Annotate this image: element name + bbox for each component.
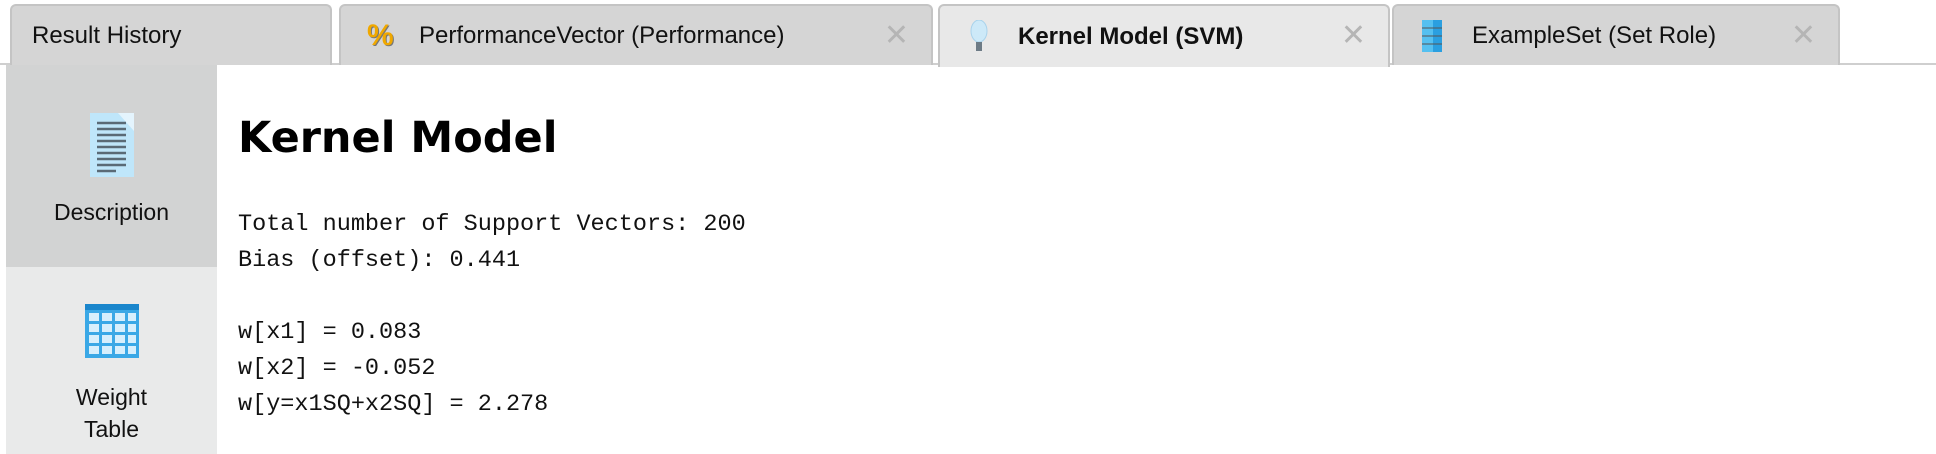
bias-line: Bias (offset): 0.441 <box>238 247 521 274</box>
label-line-1: Weight <box>75 384 148 410</box>
model-description: Total number of Support Vectors: 200 Bias… <box>238 207 746 423</box>
percent-icon: % <box>367 18 394 52</box>
close-icon[interactable]: ✕ <box>1791 18 1816 53</box>
exampleset-icon <box>1420 19 1446 53</box>
tab-label: Kernel Model (SVM) <box>1018 22 1244 50</box>
table-icon <box>84 303 140 365</box>
tab-result-history[interactable]: Result History <box>10 4 332 65</box>
weight-line: w[x2] = -0.052 <box>238 355 436 382</box>
support-vectors-line: Total number of Support Vectors: 200 <box>238 211 746 238</box>
document-icon <box>88 111 136 183</box>
weight-line: w[y=x1SQ+x2SQ] = 2.278 <box>238 391 549 418</box>
tab-exampleset[interactable]: ExampleSet (Set Role) ✕ <box>1392 4 1840 65</box>
view-sidebar: Description Weight Table <box>6 65 217 454</box>
tab-label: PerformanceVector (Performance) <box>419 21 785 49</box>
tab-label: Result History <box>32 21 182 49</box>
close-icon[interactable]: ✕ <box>884 18 909 53</box>
tab-label: ExampleSet (Set Role) <box>1472 21 1717 49</box>
page-title: Kernel Model <box>238 113 558 163</box>
tab-performance-vector[interactable]: % PerformanceVector (Performance) ✕ <box>339 4 933 65</box>
close-icon[interactable]: ✕ <box>1341 18 1366 53</box>
weight-line: w[x1] = 0.083 <box>238 319 422 346</box>
sidebar-item-description[interactable]: Description <box>6 65 217 267</box>
sidebar-item-label: Weight Table <box>76 381 147 445</box>
label-line-2: Table <box>84 416 139 442</box>
tab-kernel-model[interactable]: Kernel Model (SVM) ✕ <box>938 4 1390 67</box>
sidebar-item-label: Description <box>53 199 170 225</box>
lightbulb-icon <box>966 19 992 54</box>
result-tab-bar: Result History % PerformanceVector (Perf… <box>0 0 1936 67</box>
sidebar-item-weight-table[interactable]: Weight Table <box>6 267 217 454</box>
